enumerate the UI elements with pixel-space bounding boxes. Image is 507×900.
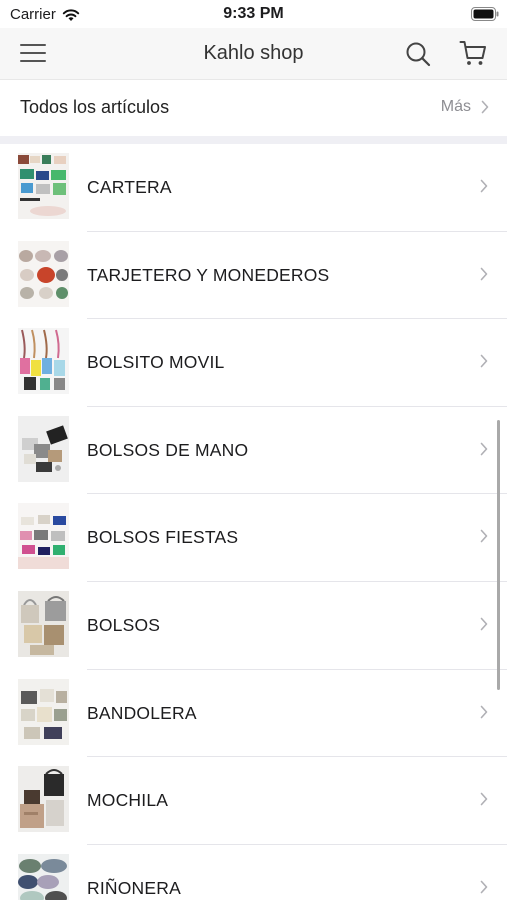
chevron-right-icon [480, 442, 488, 456]
screen: Carrier 9:33 PM Kahlo shop Todos los art… [0, 0, 507, 900]
category-label: MOCHILA [87, 790, 169, 811]
bags-thumbnail [18, 590, 69, 657]
category-item-rinonera[interactable]: RIÑONERA [0, 844, 507, 900]
category-label: CARTERA [87, 177, 172, 197]
category-item-bolsito-movil[interactable]: BOLSITO MOVIL [0, 319, 507, 407]
shopping-cart-icon[interactable] [459, 39, 487, 67]
chevron-right-icon [480, 530, 488, 543]
chevron-right-icon [480, 179, 488, 193]
category-label: RIÑONERA [87, 877, 181, 898]
section-divider [0, 136, 507, 144]
crossbody-bags-thumbnail [18, 678, 69, 745]
all-items-label: Todos los artículos [20, 97, 170, 117]
chevron-right-icon [480, 617, 488, 631]
vertical-scrollbar[interactable] [497, 420, 500, 690]
chevron-right-icon [480, 267, 488, 280]
category-item-bandolera[interactable]: BANDOLERA [0, 669, 507, 758]
party-bags-thumbnail [18, 503, 69, 570]
chevron-right-icon [480, 705, 488, 718]
waist-bags-thumbnail [18, 853, 69, 900]
category-label: BOLSOS FIESTAS [87, 527, 239, 548]
category-item-mochila[interactable]: MOCHILA [0, 757, 507, 845]
handbags-thumbnail [18, 415, 69, 482]
phone-bags-thumbnail [18, 328, 69, 395]
more-link[interactable]: Más [441, 98, 489, 116]
category-list: CARTERA TARJETERO Y MONEDEROS BOLSITO MO… [0, 144, 507, 900]
category-label: BOLSOS [87, 614, 161, 635]
category-item-cartera[interactable]: CARTERA [0, 144, 507, 232]
category-label: BANDOLERA [87, 702, 197, 723]
chevron-right-icon [480, 792, 488, 806]
wallets-thumbnail [18, 153, 69, 219]
search-icon[interactable] [405, 41, 431, 67]
category-label: BOLSITO MOVIL [87, 352, 225, 373]
card-holders-thumbnail [18, 240, 69, 307]
status-bar: Carrier 9:33 PM [0, 0, 507, 28]
category-item-bolsos[interactable]: BOLSOS [0, 581, 507, 670]
category-label: BOLSOS DE MANO [87, 439, 249, 460]
category-label: TARJETERO Y MONEDEROS [87, 264, 330, 285]
category-item-tarjetero-y-monederos[interactable]: TARJETERO Y MONEDEROS [0, 231, 507, 320]
battery-icon [471, 7, 499, 21]
category-item-bolsos-fiestas[interactable]: BOLSOS FIESTAS [0, 494, 507, 582]
more-label: Más [440, 98, 471, 115]
all-items-row[interactable]: Todos los artículos Más [0, 80, 507, 136]
status-time: 9:33 PM [223, 5, 284, 22]
navigation-bar: Kahlo shop [0, 28, 507, 80]
category-item-bolsos-de-mano[interactable]: BOLSOS DE MANO [0, 406, 507, 495]
chevron-right-icon [480, 880, 488, 894]
chevron-right-icon [481, 100, 489, 114]
backpacks-thumbnail [18, 766, 69, 833]
chevron-right-icon [480, 354, 488, 368]
